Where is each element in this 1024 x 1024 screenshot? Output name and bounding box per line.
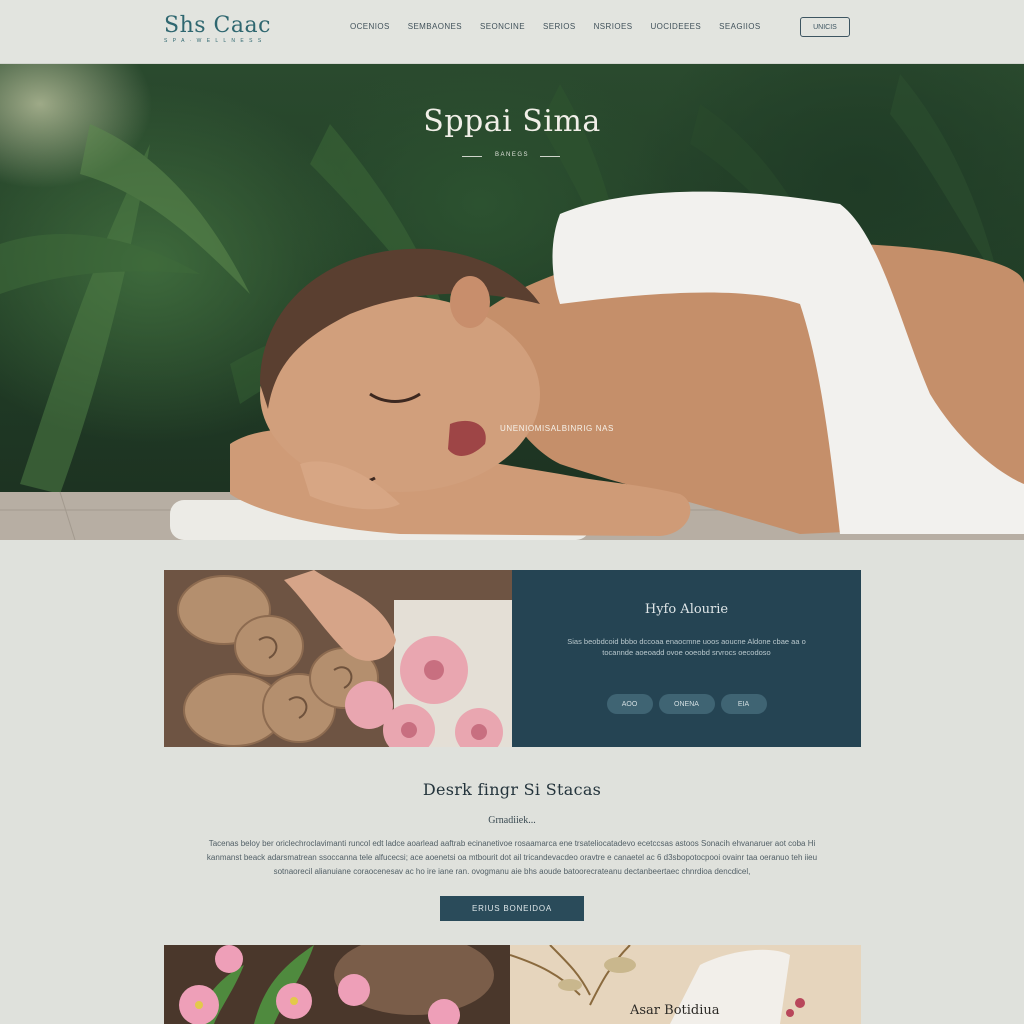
pink-flowers-image — [164, 945, 510, 1024]
rolled-towels-flowers-image — [164, 570, 512, 747]
hero-divider-right — [540, 156, 560, 157]
section-subtitle: Grnadiiek... — [488, 815, 536, 826]
card-right-title: Asar Botidiua — [630, 1003, 720, 1018]
feature-button-3[interactable]: EIA — [720, 694, 767, 714]
hero-caption: UNENIOMISALBINRIG NAS — [500, 424, 614, 433]
nav-item-7[interactable]: SEAGIIOS — [719, 22, 760, 31]
bottom-card-left[interactable] — [164, 945, 510, 1024]
feature-button-1[interactable]: AOO — [606, 694, 653, 714]
nav-item-4[interactable]: SERIOS — [543, 22, 576, 31]
nav-item-3[interactable]: SEONCINE — [480, 22, 525, 31]
feature-panel: Hyfo Alourie Sias beobdcoid bbbo dccoaa … — [512, 570, 861, 747]
feature-buttons: AOO ONENA EIA — [512, 694, 861, 714]
nav-item-6[interactable]: UOCIDEEES — [650, 22, 701, 31]
feature-description: Sias beobdcoid bbbo dccoaa enaocmne uoos… — [567, 637, 806, 657]
logo-tagline: S P A · W E L L N E S S — [164, 38, 264, 44]
nav-item-5[interactable]: NSRIOES — [594, 22, 633, 31]
bottom-card-right[interactable]: Asar Botidiua — [510, 945, 861, 1024]
hero-banner: Sppai Sima BANEGS UNENIOMISALBINRIG NAS — [0, 64, 1024, 540]
hero-title: Sppai Sima — [423, 104, 601, 139]
section-cta-button[interactable]: ERIUS BONEIDOA — [440, 896, 584, 921]
feature-image — [164, 570, 512, 747]
nav-item-1[interactable]: OCENIOS — [350, 22, 390, 31]
hero-subtitle: BANEGS — [494, 152, 529, 158]
logo[interactable]: Shs Caac S P A · W E L L N E S S — [164, 13, 271, 45]
main-nav: OCENIOS SEMBAONES SEONCINE SERIOS NSRIOE… — [350, 22, 761, 31]
section-title: Desrk fingr Si Stacas — [422, 780, 602, 799]
feature-title: Hyfo Alourie — [644, 602, 729, 617]
nav-item-2[interactable]: SEMBAONES — [408, 22, 462, 31]
logo-text: Shs Caac — [164, 13, 271, 38]
section-body-text: Tacenas beloy ber oriclechroclavimanti r… — [206, 839, 818, 876]
site-header: Shs Caac S P A · W E L L N E S S OCENIOS… — [0, 0, 1024, 64]
header-cta-button[interactable]: UNICIS — [800, 17, 850, 37]
feature-button-2[interactable]: ONENA — [658, 694, 715, 714]
